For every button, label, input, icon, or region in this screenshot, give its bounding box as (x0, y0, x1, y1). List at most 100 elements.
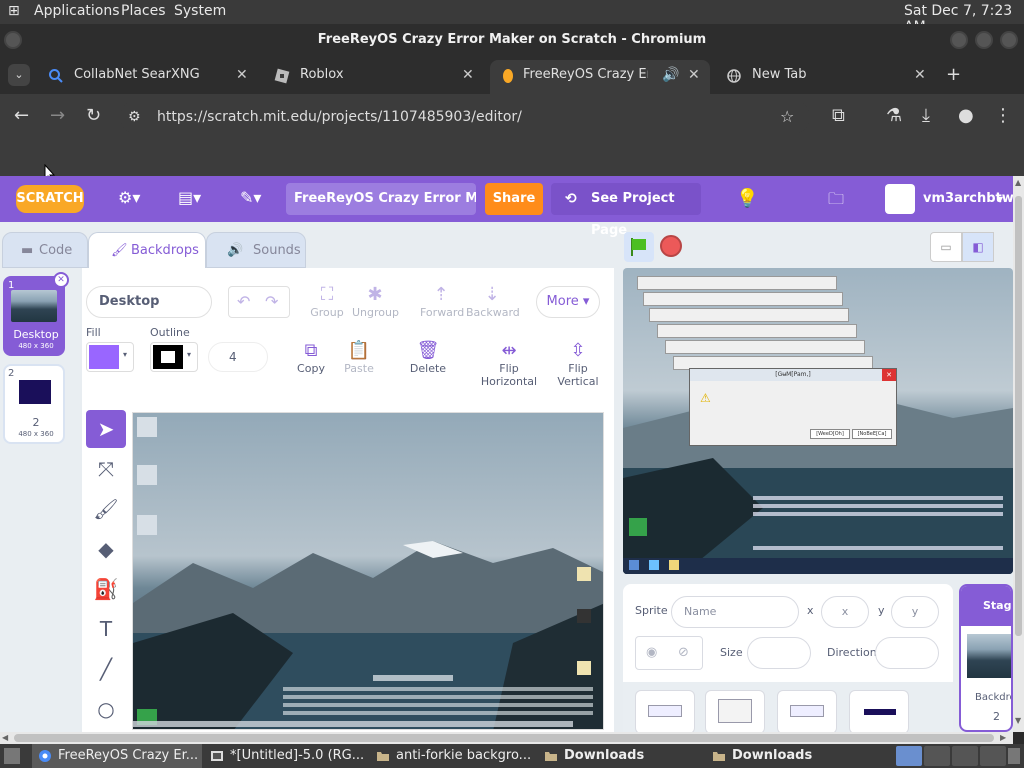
sprite-thumbnail[interactable] (777, 690, 837, 732)
reload-icon[interactable]: ↻ (86, 106, 101, 126)
green-flag-button[interactable] (624, 232, 654, 262)
text-tool[interactable]: T (86, 610, 126, 648)
delete-backdrop-icon[interactable]: ✕ (53, 272, 69, 288)
see-project-page-button[interactable]: ⟲ See Project Page (551, 183, 701, 238)
size-input[interactable] (747, 637, 811, 669)
sprite-thumbnail[interactable] (705, 690, 765, 732)
line-tool[interactable]: ╱ (86, 650, 126, 688)
download-icon[interactable]: ⤓ (922, 106, 930, 126)
extensions-icon[interactable]: ⧉ (832, 106, 845, 126)
apps-icon[interactable]: ⊞ (8, 3, 20, 19)
backdrop-item-2[interactable]: 2 2 480 x 360 (3, 364, 65, 444)
user-avatar[interactable] (885, 184, 915, 214)
forward-button[interactable]: ⇡ Forward (420, 284, 464, 319)
backward-button[interactable]: ⇣ Backward (466, 284, 520, 319)
theme-bulb-icon[interactable]: 💡 (736, 188, 758, 209)
horizontal-scrollbar[interactable]: ◀ ▶ (0, 732, 1013, 744)
eraser-tool[interactable]: ◆ (86, 530, 126, 568)
circle-tool[interactable]: ○ (86, 690, 126, 728)
flip-vertical-button[interactable]: ⇳ Flip Vertical (550, 340, 606, 388)
select-tool[interactable]: ➤ (86, 410, 126, 448)
redo-icon[interactable]: ↷ (265, 287, 278, 317)
scrollbar-thumb[interactable] (1015, 196, 1022, 636)
site-info-icon[interactable]: ⚙ (128, 100, 141, 134)
file-menu-icon[interactable]: ▤▾ (178, 188, 201, 207)
copy-button[interactable]: ⧉ Copy (294, 340, 328, 375)
task-downloads-2[interactable]: Downloads (706, 744, 871, 768)
task-chromium[interactable]: FreeReyOS Crazy Er... (32, 744, 202, 768)
stage-selector-panel[interactable]: Stage Backdro 2 (959, 584, 1013, 732)
task-downloads-1[interactable]: Downloads (538, 744, 703, 768)
tab-roblox[interactable]: Roblox ✕ (256, 60, 486, 94)
scroll-up-icon[interactable]: ▲ (1015, 178, 1021, 187)
scroll-right-icon[interactable]: ▶ (1000, 733, 1006, 742)
menu-applications[interactable]: Applications (34, 3, 120, 19)
hide-eye-icon[interactable]: ⊘ (678, 645, 689, 660)
tab-new-tab[interactable]: New Tab ✕ (708, 60, 938, 94)
menu-places[interactable]: Places (121, 3, 166, 19)
paint-canvas[interactable] (132, 412, 604, 730)
show-eye-icon[interactable]: ◉ (646, 645, 657, 660)
tab-code[interactable]: ▬ Code (2, 232, 88, 268)
scroll-down-icon[interactable]: ▼ (1015, 716, 1021, 725)
workspace-1[interactable] (896, 746, 922, 766)
tab-searxng[interactable]: CollabNet SearXNG ✕ (30, 60, 260, 94)
reshape-tool[interactable]: ⤧ (86, 450, 126, 488)
my-stuff-folder-icon[interactable]: 🗀 (828, 188, 844, 215)
minimize-icon[interactable] (950, 31, 968, 49)
undo-icon[interactable]: ↶ (237, 287, 250, 317)
workspace-3[interactable] (952, 746, 978, 766)
bookmark-star-icon[interactable]: ☆ (780, 100, 794, 134)
scrollbar-thumb[interactable] (14, 734, 994, 742)
flip-horizontal-button[interactable]: ⇹ Flip Horizontal (476, 340, 542, 388)
delete-button[interactable]: 🗑 Delete (408, 340, 448, 375)
y-input[interactable]: y (891, 596, 939, 628)
window-menu-icon[interactable] (4, 31, 22, 49)
tab-scratch[interactable]: FreeReyOS Crazy Error Maker on Scratch 🔊… (490, 60, 710, 94)
outline-color-picker[interactable]: ▾ (150, 342, 198, 372)
settings-icon[interactable]: ⚙▾ (118, 188, 140, 207)
task-folder-anti-forkie[interactable]: anti-forkie backgro... (370, 744, 535, 768)
new-tab-icon[interactable]: + (946, 64, 961, 85)
vertical-scrollbar[interactable]: ▲ ▼ (1013, 176, 1024, 732)
sprite-name-input[interactable]: Name (671, 596, 799, 628)
tab-backdrops[interactable]: 🖌 Backdrops (88, 232, 206, 268)
group-button[interactable]: ⛶ Group (310, 284, 344, 319)
costume-name-input[interactable]: Desktop (86, 286, 212, 318)
fill-tool[interactable]: ⛽ (86, 570, 126, 608)
edit-menu-icon[interactable]: ✎▾ (240, 188, 261, 207)
menu-kebab-icon[interactable]: ⋮ (994, 106, 1012, 126)
direction-input[interactable] (875, 637, 939, 669)
show-desktop-icon[interactable] (4, 748, 20, 764)
workspace-2[interactable] (924, 746, 950, 766)
labs-icon[interactable]: ⚗ (886, 106, 902, 126)
maximize-icon[interactable] (975, 31, 993, 49)
project-title-input[interactable]: FreeReyOS Crazy Error M... (286, 183, 476, 215)
close-tab-icon[interactable]: ✕ (688, 60, 700, 90)
back-icon[interactable]: ← (14, 106, 29, 126)
fill-color-picker[interactable]: ▾ (86, 342, 134, 372)
profile-icon[interactable]: ● (958, 106, 974, 126)
stage[interactable]: [Gu̶M[Pam,] ✕ ⚠ [WeeD[Oh] [NoBeE[Ca] (623, 268, 1013, 574)
normal-stage-button[interactable]: ◧ (962, 232, 994, 262)
more-button[interactable]: More ▾ (536, 286, 600, 318)
audio-icon[interactable]: 🔊 (662, 60, 679, 90)
workspace-4[interactable] (980, 746, 1006, 766)
outline-width-input[interactable]: 4 (208, 342, 268, 372)
menu-system[interactable]: System (174, 3, 226, 19)
sprite-thumbnail[interactable] (635, 690, 695, 732)
scroll-left-icon[interactable]: ◀ (2, 733, 8, 742)
stop-button[interactable] (660, 235, 682, 257)
forward-icon[interactable]: → (50, 106, 65, 126)
trash-icon[interactable] (1008, 748, 1020, 764)
share-button[interactable]: Share (485, 183, 543, 215)
backdrop-item-desktop[interactable]: 1 ✕ Desktop 480 x 360 (3, 272, 69, 356)
x-input[interactable]: x (821, 596, 869, 628)
task-gimp[interactable]: *[Untitled]-5.0 (RG... (204, 744, 369, 768)
small-stage-button[interactable]: ▭ (930, 232, 962, 262)
address-bar[interactable]: ⚙ https://scratch.mit.edu/projects/11074… (120, 100, 810, 134)
scratch-logo[interactable]: SCRATCH (16, 185, 84, 213)
close-tab-icon[interactable]: ✕ (236, 60, 248, 90)
tab-search-icon[interactable]: ⌄ (8, 64, 30, 86)
brush-tool[interactable]: 🖌 (86, 490, 126, 528)
